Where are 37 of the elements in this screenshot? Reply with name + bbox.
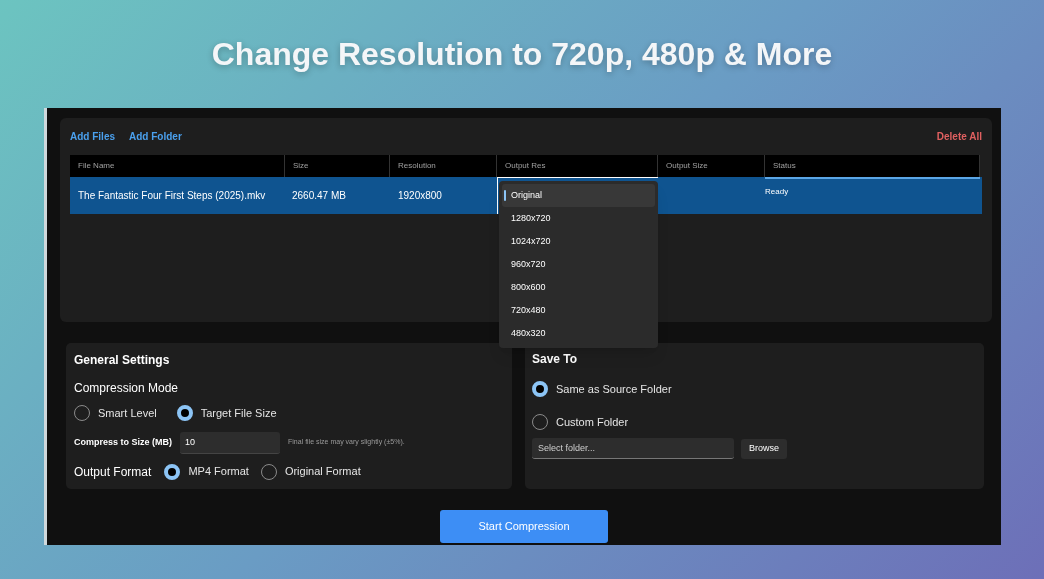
table-cell-text: 1920x800 <box>397 189 443 203</box>
column-header: Output Res <box>497 155 658 177</box>
radio-option[interactable]: MP4 Format <box>164 463 249 480</box>
dropdown-option[interactable]: Original <box>502 184 655 207</box>
section-title: Save To <box>532 351 579 368</box>
dropdown-option[interactable]: 960x720 <box>502 253 655 276</box>
field-label: Compress to Size (MB) <box>74 435 172 449</box>
radio-label: Target File Size <box>200 406 277 421</box>
dropdown-option[interactable]: 720x480 <box>502 299 655 322</box>
radio-option[interactable]: Target File Size <box>176 405 277 422</box>
dropdown-option[interactable]: 800x600 <box>502 276 655 299</box>
section-subtitle: Compression Mode <box>74 380 180 397</box>
column-header: Status <box>765 155 980 177</box>
radio-option[interactable]: Original Format <box>260 463 361 480</box>
radio-label: Original Format <box>284 464 361 480</box>
radio-label: Same as Source Folder <box>556 382 672 397</box>
add-files-link[interactable]: Add Files <box>70 128 115 144</box>
section-subtitle: Output Format <box>74 463 152 481</box>
radio-option[interactable]: Smart Level <box>74 405 157 422</box>
browse-button[interactable]: Browse <box>741 438 787 459</box>
headline: Change Resolution to 720p, 480p & More <box>211 35 833 74</box>
radio-label: MP4 Format <box>188 464 249 480</box>
add-folder-link[interactable]: Add Folder <box>129 128 182 144</box>
dropdown-option[interactable]: 1280x720 <box>502 207 655 230</box>
table-cell-text: 2660.47 MB <box>291 189 347 203</box>
radio-label: Smart Level <box>98 406 157 421</box>
folder-input-field[interactable]: Select folder... <box>532 438 734 459</box>
radio-option[interactable]: Same as Source Folder <box>532 381 977 398</box>
table-cell: Ready <box>765 177 980 214</box>
table-cell-text: The Fantastic Four First Steps (2025).mkv <box>77 189 267 203</box>
radio-option[interactable]: Custom Folder <box>532 413 977 430</box>
size-input-field[interactable]: 10 <box>180 431 280 454</box>
section-title: General Settings <box>74 352 171 369</box>
dropdown-option[interactable]: 1024x720 <box>502 230 655 253</box>
delete-all-link[interactable]: Delete All <box>936 128 982 144</box>
dropdown-option[interactable]: 480x320 <box>502 322 655 345</box>
radio-label: Custom Folder <box>556 414 629 430</box>
